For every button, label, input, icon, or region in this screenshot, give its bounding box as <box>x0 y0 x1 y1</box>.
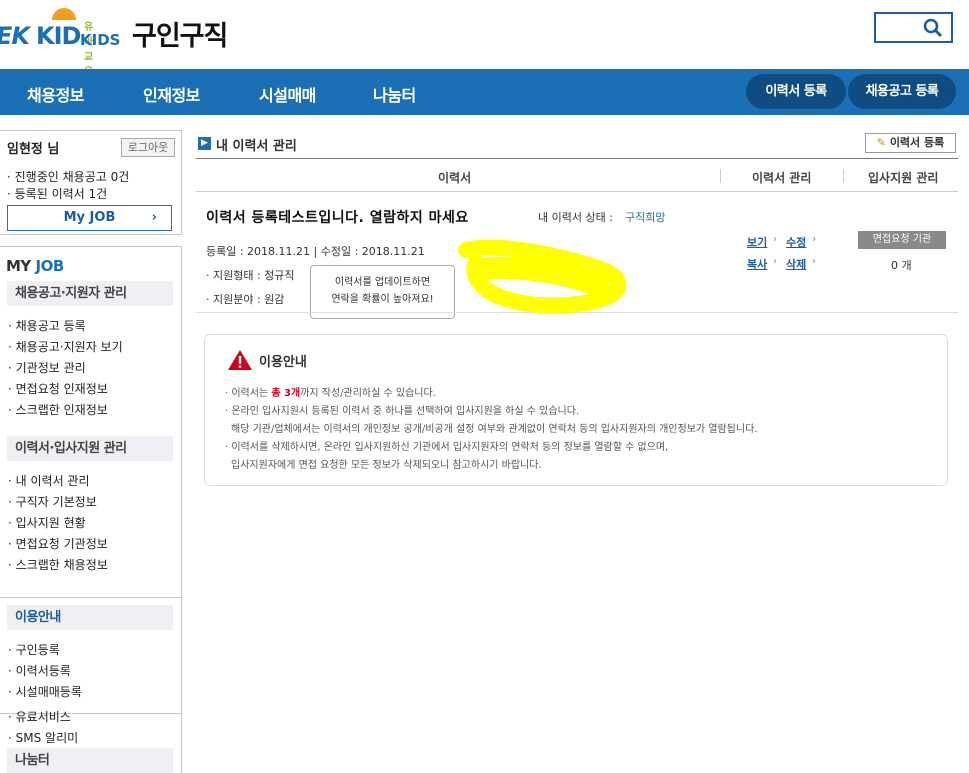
update-tooltip: 이력서를 업데이트하면 연락을 확률이 높아져요! <box>310 265 455 319</box>
sidebar-link-job-register[interactable]: · 구인등록 <box>8 641 60 658</box>
section-job-post-management: 채용공고·지원자 관리 <box>7 281 173 306</box>
nav-item-facility-trade[interactable]: 시설매매 <box>259 82 316 106</box>
sidebar-link-my-resume[interactable]: · 내 이력서 관리 <box>8 472 90 489</box>
sidebar-link-job-post-register[interactable]: · 채용공고 등록 <box>8 317 86 334</box>
resume-register-button[interactable]: 이력서 등록 <box>746 74 846 109</box>
sidebar-link-job-post-view[interactable]: · 채용공고·지원자 보기 <box>8 338 123 355</box>
section-usage-guide: 이용안내 <box>7 605 173 630</box>
chevron-right-icon: › <box>151 210 157 225</box>
main-nav: 채용정보 인재정보 시설매매 나눔터 이력서 등록 채용공고 등록 <box>0 69 969 115</box>
my-job-menu: MY JOB 채용공고·지원자 관리 · 채용공고 등록 · 채용공고·지원자 … <box>0 246 182 714</box>
highlight-scribble <box>458 239 627 314</box>
notice-line-5: 입사지원자에게 면접 요청한 모든 정보가 삭제되오니 참고하시기 바랍니다. <box>231 460 542 471</box>
table-header: 이력서 이력서 관리 입사지원 관리 <box>196 158 958 192</box>
notice-line-2: · 온라인 입사지원시 등록된 이력서 중 하나를 선택하여 입사지원을 하실 … <box>225 406 580 417</box>
logo-kid: KID <box>36 22 81 50</box>
sidebar-link-resume-register[interactable]: · 이력서등록 <box>8 662 71 679</box>
logo-kids: KIDS <box>80 31 121 49</box>
column-resume-management: 이력서 관리 <box>752 171 812 185</box>
resume-edit-link[interactable]: 수정 <box>786 234 806 250</box>
sidebar-link-seeker-info[interactable]: · 구직자 기본정보 <box>8 493 97 510</box>
sidebar-link-interview-orgs[interactable]: · 면접요청 기관정보 <box>8 535 108 552</box>
resume-view-link[interactable]: 보기 <box>747 234 767 250</box>
nav-item-sharing[interactable]: 나눔터 <box>373 82 416 106</box>
resume-copy-link[interactable]: 복사 <box>747 256 767 272</box>
my-job-title: MY JOB <box>6 257 64 275</box>
notice-line-1: · 이력서는 총 3개까지 작성/관리하실 수 있습니다. <box>225 388 436 399</box>
logout-button[interactable]: 로그아웃 <box>121 138 175 157</box>
search-icon[interactable] <box>923 18 943 38</box>
sun-icon <box>52 8 76 20</box>
chevron-right-icon: › <box>812 234 816 245</box>
active-jobs-count: 진행중인 채용공고 0건 <box>14 170 130 184</box>
resume-type: · 지원형태 : 정규직 <box>206 269 295 282</box>
sidebar-link-sms-alert[interactable]: · SMS 알리미 <box>8 729 78 746</box>
interview-request-badge[interactable]: 면접요청 기관 <box>858 231 946 249</box>
sidebar-link-scrap-jobs[interactable]: · 스크랩한 채용정보 <box>8 556 108 573</box>
sidebar-link-org-info[interactable]: · 기관정보 관리 <box>8 359 86 376</box>
user-box: 임현정 님 로그아웃 · 진행중인 채용공고 0건 · 등록된 이력서 1건 M… <box>0 130 182 235</box>
site-header: EK KID 유아교육 KIDS 구인구직 <box>0 0 969 78</box>
notice-title: 이용안내 <box>259 355 307 370</box>
resume-status-value: 구직희망 <box>625 211 666 224</box>
sidebar-link-paid-service[interactable]: · 유료서비스 <box>8 708 71 725</box>
column-application-management: 입사지원 관리 <box>868 171 939 185</box>
sidebar-link-application-status[interactable]: · 입사지원 현황 <box>8 514 86 531</box>
sidebar-link-interview-talent[interactable]: · 면접요청 인재정보 <box>8 380 108 397</box>
pencil-icon: ✎ <box>876 136 886 149</box>
chevron-right-icon: › <box>812 256 816 267</box>
notice-line-3: 해당 기관/업체에서는 이력서의 개인정보 공개/비공개 설정 여부와 관계없이… <box>231 424 758 435</box>
sidebar-link-facility-register[interactable]: · 시설매매등록 <box>8 683 82 700</box>
chevron-right-icon: › <box>773 234 777 245</box>
usage-notice: 이용안내 · 이력서는 총 3개까지 작성/관리하실 수 있습니다. · 온라인… <box>204 334 948 486</box>
sidebar-lower: · 유료서비스 · SMS 알리미 나눔터 <box>0 710 182 773</box>
search-input[interactable] <box>874 12 953 43</box>
logo-ek: EK <box>0 22 30 50</box>
resume-register-small-label: 이력서 등록 <box>889 136 945 149</box>
nav-item-talent[interactable]: 인재정보 <box>143 82 200 106</box>
resume-field: · 지원분야 : 원감 <box>206 293 285 306</box>
registered-resumes-count: 등록된 이력서 1건 <box>14 187 108 201</box>
resume-register-small-button[interactable]: ✎ 이력서 등록 <box>865 133 956 153</box>
divider <box>0 597 182 598</box>
resume-status-label: 내 이력서 상태 : <box>538 211 613 224</box>
myjob-button[interactable]: My JOB › <box>7 205 172 231</box>
interview-request-count: 0 개 <box>891 259 912 272</box>
site-title[interactable]: 구인구직 <box>132 14 228 53</box>
arrow-right-icon: ▶ <box>198 137 211 150</box>
notice-line-4: · 이력서를 삭제하시면, 온라인 입사지원하신 기관에서 입사지원자의 연락처… <box>225 442 669 453</box>
section-sharing[interactable]: 나눔터 <box>7 748 173 773</box>
chevron-right-icon: › <box>773 256 777 267</box>
resume-dates: 등록일 : 2018.11.21 | 수정일 : 2018.11.21 <box>206 245 425 258</box>
resume-delete-link[interactable]: 삭제 <box>786 256 806 272</box>
section-resume-management: 이력서·입사지원 관리 <box>7 436 173 461</box>
user-name: 임현정 님 <box>7 142 60 157</box>
sidebar-link-scrap-talent[interactable]: · 스크랩한 인재정보 <box>8 401 108 418</box>
column-resume: 이력서 <box>438 171 472 185</box>
page-title: 내 이력서 관리 <box>216 139 297 154</box>
warning-icon <box>228 350 252 370</box>
job-post-register-button[interactable]: 채용공고 등록 <box>848 74 956 109</box>
nav-item-jobs[interactable]: 채용정보 <box>27 82 84 106</box>
resume-title[interactable]: 이력서 등록테스트입니다. 열람하지 마세요 <box>206 207 469 227</box>
myjob-button-label: My JOB <box>63 210 116 225</box>
